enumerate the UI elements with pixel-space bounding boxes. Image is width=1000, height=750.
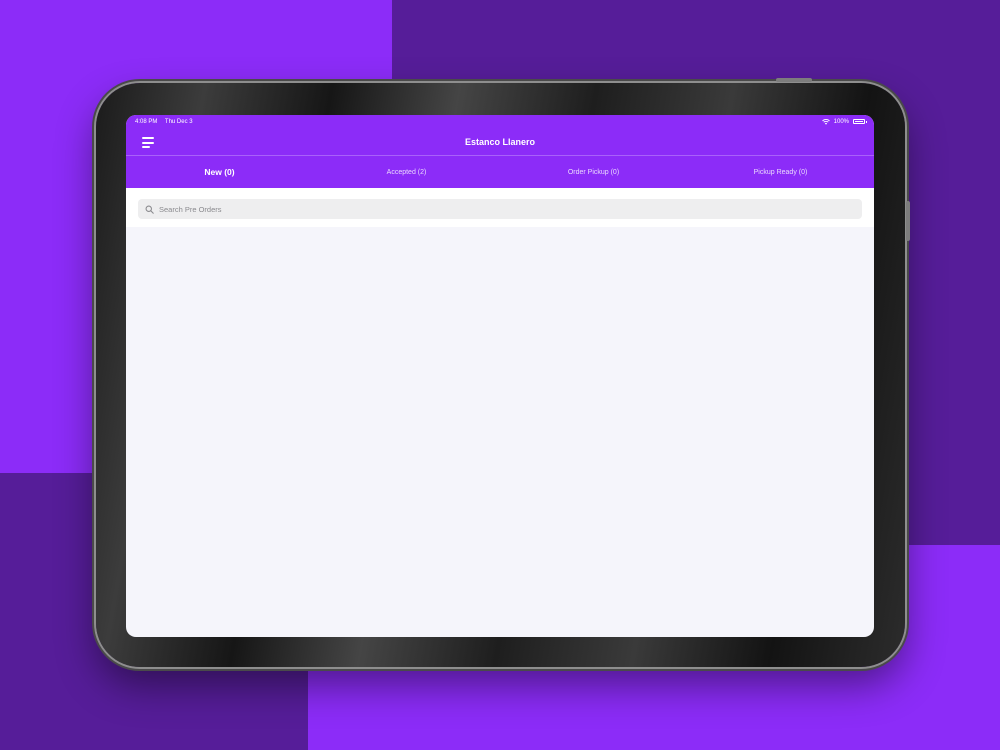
search-bar-container bbox=[126, 188, 874, 227]
tablet-screen: 4:08 PM Thu Dec 3 100% Estanco Llanero N… bbox=[126, 115, 874, 637]
tablet-side-button bbox=[906, 201, 910, 241]
tab-order-pickup[interactable]: Order Pickup (0) bbox=[500, 156, 687, 188]
tab-accepted[interactable]: Accepted (2) bbox=[313, 156, 500, 188]
status-bar: 4:08 PM Thu Dec 3 100% bbox=[126, 115, 874, 128]
status-time: 4:08 PM bbox=[135, 118, 158, 125]
status-right: 100% bbox=[821, 118, 867, 125]
order-status-tabs: New (0) Accepted (2) Order Pickup (0) Pi… bbox=[126, 156, 874, 188]
status-date: Thu Dec 3 bbox=[164, 118, 193, 125]
tab-pickup-ready[interactable]: Pickup Ready (0) bbox=[687, 156, 874, 188]
pre-orders-list bbox=[126, 227, 874, 627]
navigation-bar: Estanco Llanero bbox=[126, 128, 874, 156]
background-canvas: 4:08 PM Thu Dec 3 100% Estanco Llanero N… bbox=[0, 0, 1000, 750]
battery-icon bbox=[853, 119, 867, 124]
search-icon bbox=[145, 205, 154, 214]
search-input[interactable] bbox=[159, 204, 855, 214]
battery-level bbox=[855, 121, 863, 122]
hamburger-menu-icon[interactable] bbox=[142, 137, 155, 148]
search-bar[interactable] bbox=[138, 199, 862, 219]
page-title: Estanco Llanero bbox=[464, 136, 536, 147]
tab-new[interactable]: New (0) bbox=[126, 156, 313, 188]
status-left: 4:08 PM Thu Dec 3 bbox=[135, 119, 199, 125]
tablet-top-button bbox=[776, 78, 812, 82]
battery-percent: 100% bbox=[833, 118, 849, 125]
wifi-icon bbox=[821, 118, 830, 125]
